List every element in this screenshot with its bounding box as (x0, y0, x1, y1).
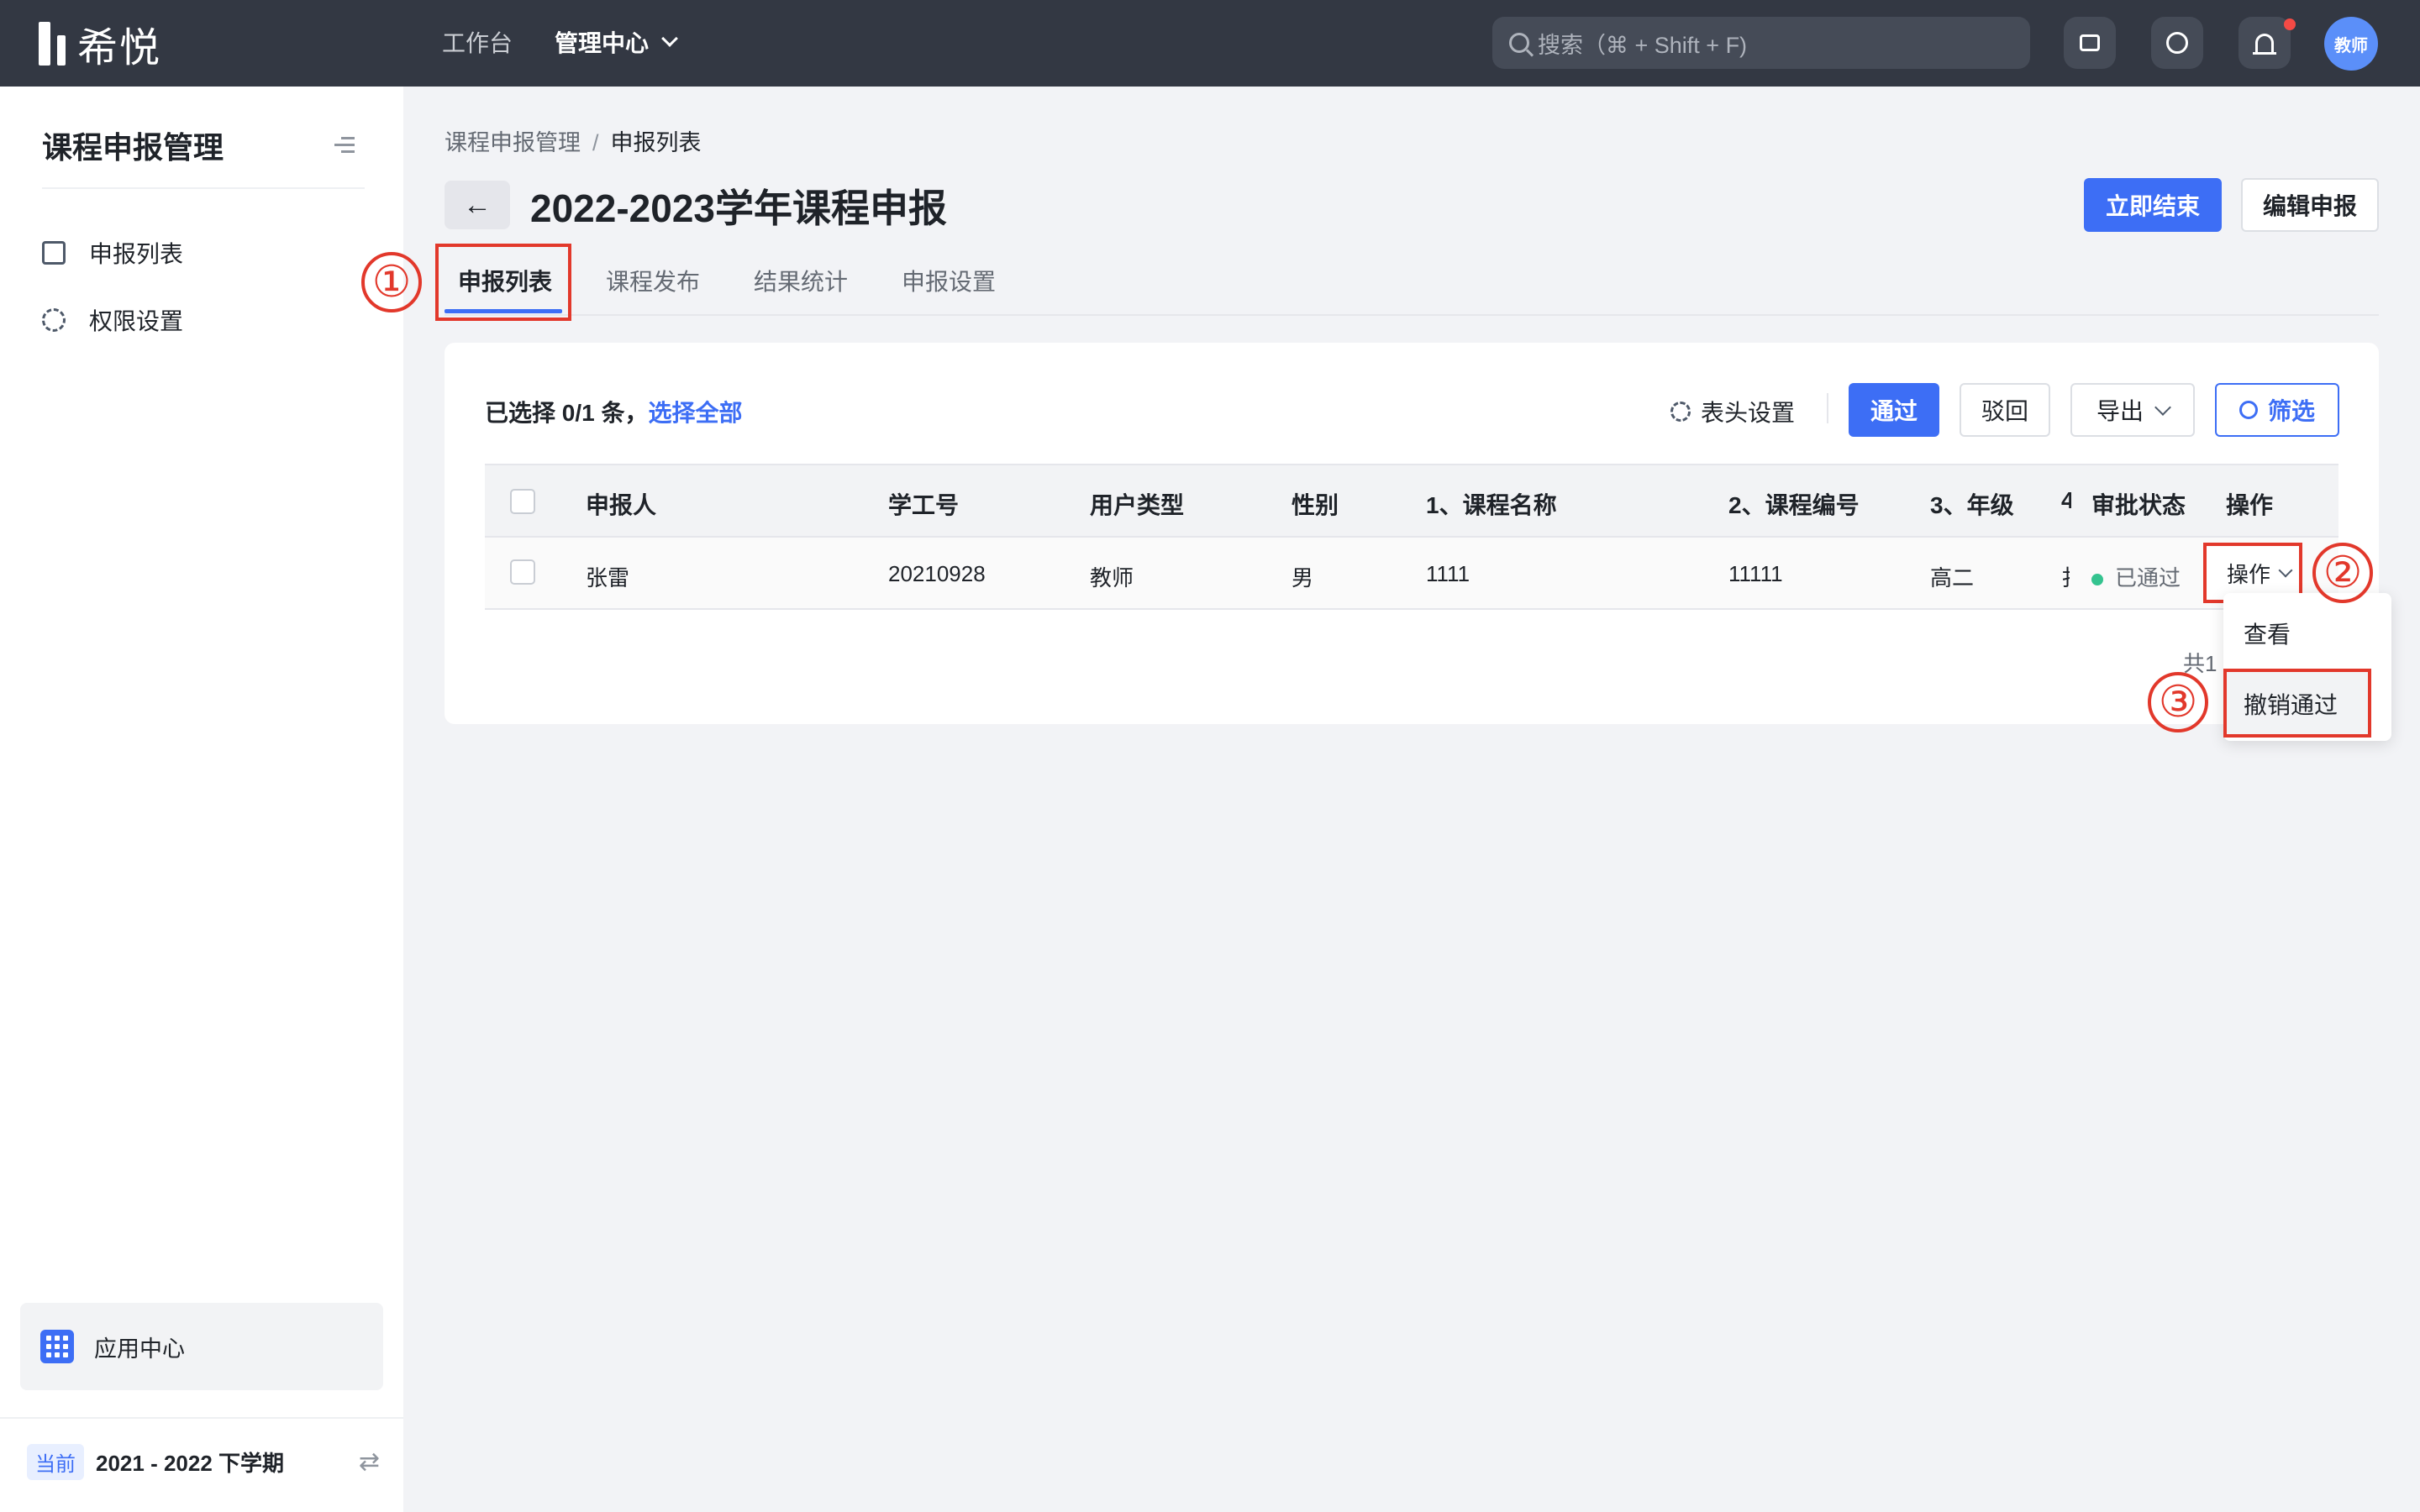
column-header[interactable]: 用户类型 (1090, 487, 1184, 521)
collapse-icon[interactable] (334, 137, 355, 157)
select-all-link[interactable]: 选择全部 (648, 400, 742, 426)
term-label: 2021 - 2022 下学期 (96, 1451, 285, 1476)
top-nav: 工作台 管理中心 (442, 25, 678, 59)
menu-item-revoke-approval[interactable]: 撤销通过 (2223, 669, 2371, 738)
status-text: 已通过 (2115, 565, 2181, 591)
term-switcher[interactable]: 当前 2021 - 2022 下学期 ⇄ (27, 1444, 380, 1480)
cell-grade: 高二 (1930, 565, 1975, 591)
selection-info: 已选择 0/1 条，选择全部 (485, 395, 743, 428)
tab-bar: 申报列表 课程发布 结果统计 申报设置 (445, 249, 2379, 316)
column-header[interactable]: 1、课程名称 (1426, 487, 1557, 521)
selection-count: 已选择 0/1 条， (485, 400, 649, 426)
status-badge: 已通过 (2091, 561, 2181, 592)
nav-workbench[interactable]: 工作台 (442, 25, 513, 59)
cell-user-type: 教师 (1090, 565, 1134, 591)
end-now-button[interactable]: 立即结束 (2084, 178, 2222, 232)
account-icon[interactable] (2151, 17, 2203, 69)
chevron-down-icon[interactable] (661, 30, 678, 47)
divider (1827, 393, 1828, 423)
cell-course-name: 1111 (1426, 561, 1470, 586)
annotation-marker-1: ① (361, 252, 422, 312)
tab-result-stats[interactable]: 结果统计 (754, 264, 848, 297)
notification-dot (2284, 18, 2296, 30)
breadcrumb: 课程申报管理 / 申报列表 (445, 124, 702, 157)
sidebar-title: 课程申报管理 (42, 130, 224, 165)
breadcrumb-parent[interactable]: 课程申报管理 (445, 130, 581, 155)
sidebar-item-permissions[interactable]: 权限设置 (42, 303, 183, 337)
sidebar-item-declaration-list[interactable]: 申报列表 (42, 236, 183, 270)
column-header[interactable]: 学工号 (888, 487, 959, 521)
chevron-down-icon (2154, 399, 2171, 416)
column-header: 操作 (2226, 492, 2274, 518)
chevron-down-icon (2278, 563, 2293, 578)
tab-course-publish[interactable]: 课程发布 (606, 264, 700, 297)
cell-id: 20210928 (888, 561, 986, 586)
edit-declaration-button[interactable]: 编辑申报 (2241, 178, 2379, 232)
table-header: 申报人 学工号 用户类型 性别 1、课程名称 2、课程编号 3、年级 4 审批状… (485, 464, 2338, 536)
app-center-label: 应用中心 (94, 1336, 185, 1362)
column-header[interactable]: 2、课程编号 (1728, 487, 1860, 521)
cell-col4: 扌 (2061, 561, 2070, 592)
menu-item-view[interactable]: 查看 (2244, 617, 2291, 650)
logo-mark (39, 22, 50, 66)
search-icon (2238, 401, 2258, 419)
breadcrumb-current: 申报列表 (610, 130, 702, 155)
document-icon (42, 241, 66, 265)
sidebar-item-label: 申报列表 (89, 241, 184, 267)
annotation-box-tab (435, 244, 571, 321)
app-logo[interactable]: 希悦 (39, 20, 161, 71)
search-input[interactable]: 搜索（⌘ + Shift + F) (1492, 17, 2030, 69)
gear-icon (1670, 402, 1691, 422)
search-icon (1509, 33, 1529, 53)
breadcrumb-separator: / (592, 130, 599, 155)
status-dot (2091, 574, 2103, 586)
grid-icon (40, 1330, 74, 1363)
arrow-left-icon: ← (463, 188, 492, 221)
annotation-marker-3: ③ (2148, 672, 2208, 732)
gear-icon (42, 308, 66, 332)
swap-icon[interactable]: ⇄ (359, 1447, 380, 1477)
column-header[interactable]: 3、年级 (1930, 487, 2014, 521)
column-settings-button[interactable]: 表头设置 (1670, 395, 1795, 428)
sidebar-item-label: 权限设置 (89, 308, 184, 334)
cell-course-code: 11111 (1728, 561, 1783, 586)
row-action-label: 操作 (2227, 561, 2271, 587)
column-header[interactable]: 审批状态 (2091, 487, 2186, 521)
avatar[interactable]: 教师 (2324, 17, 2378, 71)
export-label: 导出 (2096, 398, 2144, 424)
column-header[interactable]: 性别 (1292, 487, 1339, 521)
row-checkbox[interactable] (510, 559, 535, 585)
top-bar: 希悦 工作台 管理中心 搜索（⌘ + Shift + F) 教师 (0, 0, 2420, 87)
column-header[interactable]: 申报人 (586, 487, 656, 521)
message-icon[interactable] (2064, 17, 2116, 69)
filter-label: 筛选 (2267, 398, 2315, 424)
bell-icon[interactable] (2238, 17, 2291, 69)
app-center-button[interactable]: 应用中心 (20, 1303, 383, 1390)
cell-name: 张雷 (586, 565, 630, 591)
tab-declaration-settings[interactable]: 申报设置 (902, 264, 996, 297)
sidebar: 课程申报管理 申报列表 权限设置 应用中心 当前 2021 - 2022 下学期… (0, 87, 403, 1512)
select-all-checkbox[interactable] (510, 489, 535, 514)
menu-item-label: 撤销通过 (2244, 692, 2338, 718)
approve-button[interactable]: 通过 (1849, 383, 1939, 437)
divider (0, 1417, 403, 1419)
column-header[interactable]: 4 (2061, 487, 2071, 514)
column-settings-label: 表头设置 (1701, 400, 1796, 426)
table-row[interactable]: 张雷 20210928 教师 男 1111 11111 高二 扌 已通过 (485, 536, 2338, 610)
divider (42, 187, 365, 189)
back-button[interactable]: ← (445, 181, 510, 229)
current-tag: 当前 (27, 1444, 84, 1480)
logo-text: 希悦 (77, 26, 162, 71)
cell-gender: 男 (1292, 565, 1314, 591)
filter-button[interactable]: 筛选 (2215, 383, 2339, 437)
annotation-marker-2: ② (2312, 543, 2373, 603)
nav-admin-center[interactable]: 管理中心 (555, 25, 649, 59)
logo-mark (57, 35, 66, 66)
reject-button[interactable]: 驳回 (1960, 383, 2050, 437)
page-title: 2022-2023学年课程申报 (530, 186, 947, 230)
export-dropdown[interactable]: 导出 (2070, 383, 2195, 437)
search-placeholder: 搜索（⌘ + Shift + F) (1538, 32, 1748, 58)
